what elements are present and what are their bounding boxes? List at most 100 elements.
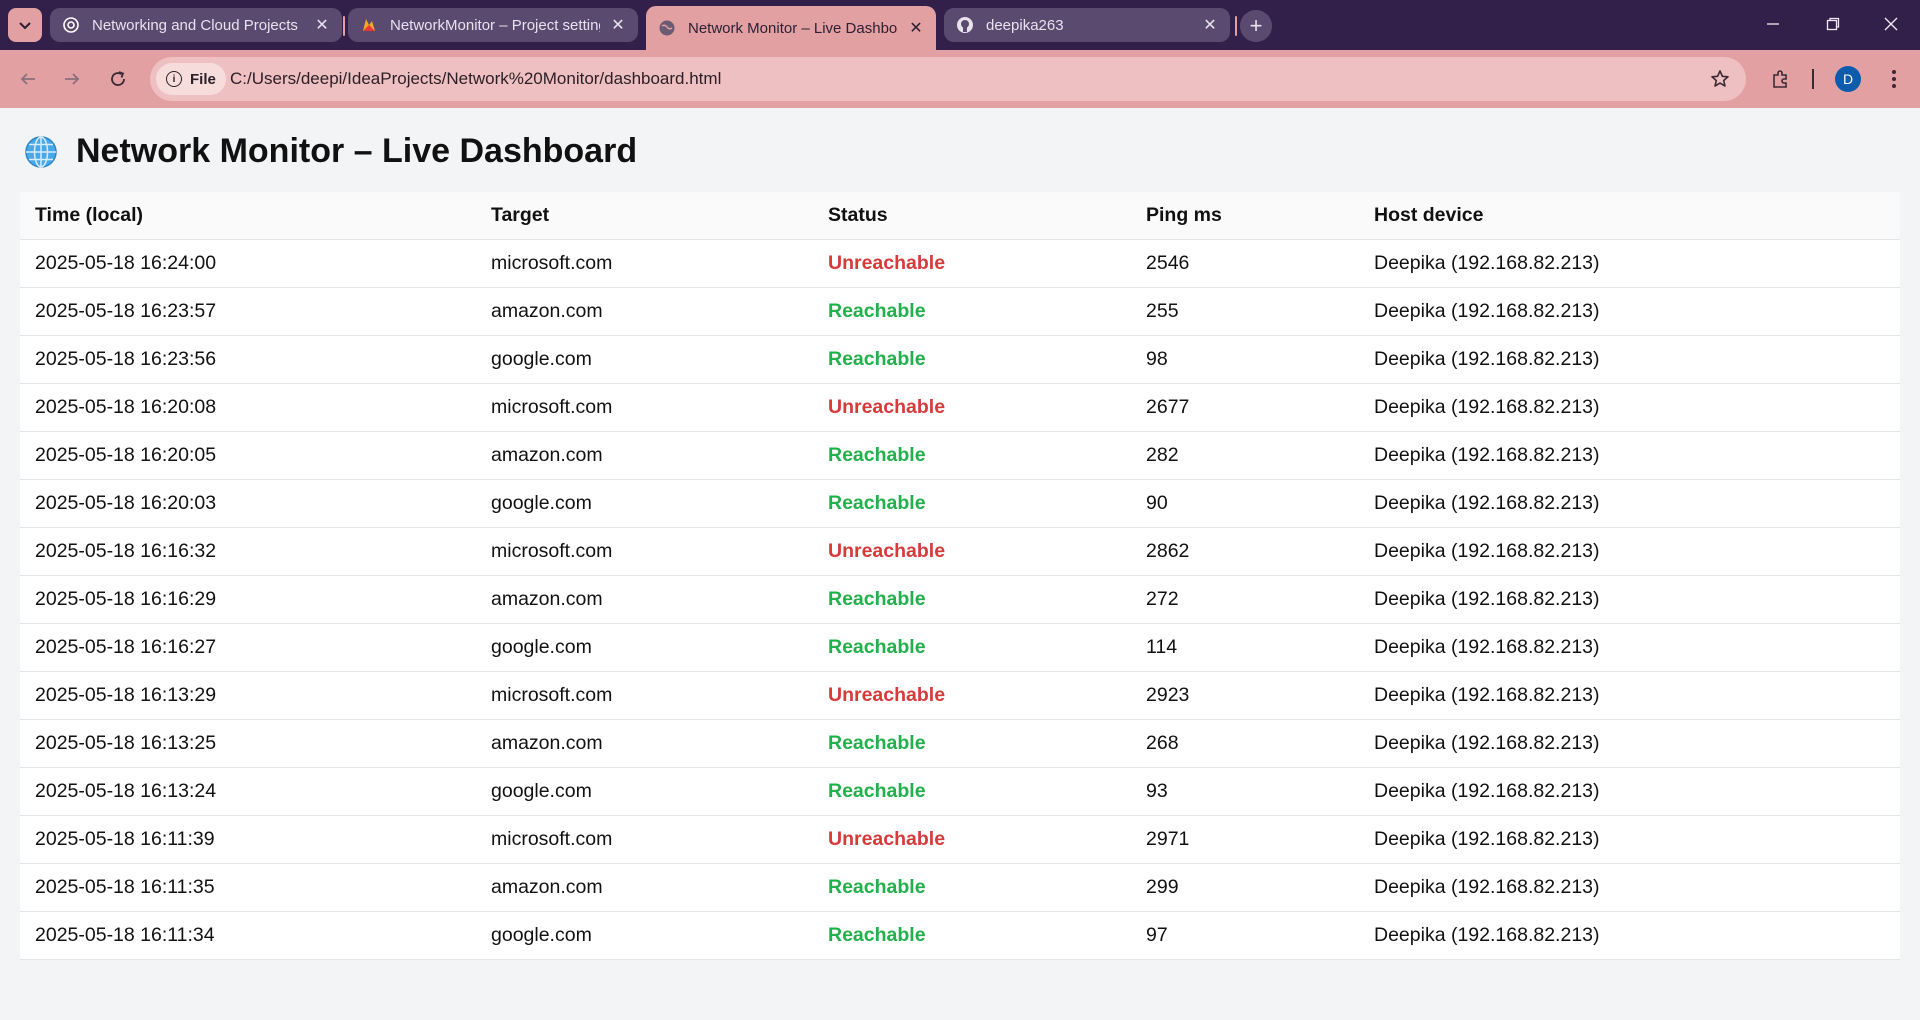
new-tab-button[interactable]: + — [1240, 10, 1272, 42]
column-header-status: Status — [813, 192, 1131, 240]
host-cell: Deepika (192.168.82.213) — [1359, 767, 1900, 816]
target-cell: microsoft.com — [476, 671, 813, 720]
browser-toolbar: i File C:/Users/deepi/IdeaProjects/Netwo… — [0, 50, 1920, 108]
tab-network-monitor-live-dashboard[interactable]: Network Monitor – Live Dashboard ✕ — [646, 6, 936, 50]
ping-log-table: Time (local) Target Status Ping ms Host … — [20, 192, 1900, 960]
target-cell: amazon.com — [476, 863, 813, 912]
table-row: 2025-05-18 16:20:03 google.com Reachable 90… — [20, 479, 1900, 528]
time-cell: 2025-05-18 16:16:32 — [20, 527, 476, 576]
host-cell: Deepika (192.168.82.213) — [1359, 479, 1900, 528]
target-cell: microsoft.com — [476, 383, 813, 432]
table-body: 2025-05-18 16:24:00 microsoft.com Unreacha… — [20, 239, 1900, 960]
table-row: 2025-05-18 16:16:29 amazon.com Reachable 27… — [20, 575, 1900, 624]
browser-menu-button[interactable] — [1876, 61, 1912, 97]
close-window-button[interactable] — [1862, 0, 1920, 48]
restore-button[interactable] — [1804, 0, 1862, 48]
puzzle-icon — [1773, 70, 1787, 88]
time-cell: 2025-05-18 16:20:03 — [20, 479, 476, 528]
table-row: 2025-05-18 16:16:27 google.com Reachable 11… — [20, 623, 1900, 672]
bookmark-star-icon[interactable] — [1708, 67, 1732, 91]
page-content: Network Monitor – Live Dashboard Time (l… — [0, 108, 1920, 1020]
time-cell: 2025-05-18 16:16:27 — [20, 623, 476, 672]
ping-cell: 114 — [1131, 623, 1359, 672]
column-header-ping: Ping ms — [1131, 192, 1359, 240]
status-cell: Unreachable — [813, 239, 1131, 288]
status-cell: Unreachable — [813, 383, 1131, 432]
ping-cell: 98 — [1131, 335, 1359, 384]
site-info-chip[interactable]: i File — [156, 63, 226, 95]
table-row: 2025-05-18 16:11:34 google.com Reachable 97… — [20, 911, 1900, 960]
table-row: 2025-05-18 16:24:00 microsoft.com Unreacha… — [20, 239, 1900, 288]
tab-strip: Networking and Cloud Projects ✕ NetworkM… — [0, 0, 1920, 50]
host-cell: Deepika (192.168.82.213) — [1359, 431, 1900, 480]
ping-cell: 268 — [1131, 719, 1359, 768]
profile-button[interactable]: D — [1830, 61, 1866, 97]
status-cell: Unreachable — [813, 815, 1131, 864]
time-cell: 2025-05-18 16:24:00 — [20, 239, 476, 288]
status-cell: Unreachable — [813, 671, 1131, 720]
table-row: 2025-05-18 16:20:08 microsoft.com Unreacha… — [20, 383, 1900, 432]
tab-search-button[interactable] — [8, 8, 42, 42]
reload-button[interactable] — [100, 61, 136, 97]
time-cell: 2025-05-18 16:11:39 — [20, 815, 476, 864]
tab-title: Networking and Cloud Projects — [92, 16, 298, 34]
forward-button[interactable] — [54, 61, 90, 97]
table-header-row: Time (local) Target Status Ping ms Host … — [20, 192, 1900, 240]
close-icon[interactable]: ✕ — [906, 18, 926, 38]
target-cell: amazon.com — [476, 719, 813, 768]
status-cell: Reachable — [813, 863, 1131, 912]
url-text[interactable]: C:/Users/deepi/IdeaProjects/Network%20Mo… — [230, 57, 721, 101]
page-title: Network Monitor – Live Dashboard — [76, 132, 638, 170]
time-cell: 2025-05-18 16:11:35 — [20, 863, 476, 912]
time-cell: 2025-05-18 16:20:05 — [20, 431, 476, 480]
github-icon — [956, 16, 974, 34]
status-cell: Reachable — [813, 287, 1131, 336]
ping-cell: 299 — [1131, 863, 1359, 912]
table-row: 2025-05-18 16:13:24 google.com Reachable 93… — [20, 767, 1900, 816]
host-cell: Deepika (192.168.82.213) — [1359, 815, 1900, 864]
host-cell: Deepika (192.168.82.213) — [1359, 623, 1900, 672]
close-icon[interactable]: ✕ — [312, 15, 332, 35]
globe-icon — [25, 135, 57, 168]
target-cell: amazon.com — [476, 287, 813, 336]
table-row: 2025-05-18 16:16:32 microsoft.com Unreacha… — [20, 527, 1900, 576]
host-cell: Deepika (192.168.82.213) — [1359, 671, 1900, 720]
time-cell: 2025-05-18 16:16:29 — [20, 575, 476, 624]
target-cell: google.com — [476, 479, 813, 528]
ping-cell: 2971 — [1131, 815, 1359, 864]
close-icon[interactable]: ✕ — [608, 15, 628, 35]
ping-cell: 2546 — [1131, 239, 1359, 288]
reload-icon — [111, 71, 125, 86]
target-cell: microsoft.com — [476, 527, 813, 576]
host-cell: Deepika (192.168.82.213) — [1359, 911, 1900, 960]
target-cell: amazon.com — [476, 431, 813, 480]
avatar: D — [1835, 66, 1861, 92]
extensions-button[interactable] — [1762, 61, 1798, 97]
status-cell: Reachable — [813, 623, 1131, 672]
host-cell: Deepika (192.168.82.213) — [1359, 863, 1900, 912]
address-bar[interactable]: i File C:/Users/deepi/IdeaProjects/Netwo… — [150, 57, 1746, 101]
target-cell: google.com — [476, 767, 813, 816]
table-row: 2025-05-18 16:13:29 microsoft.com Unreacha… — [20, 671, 1900, 720]
table-row: 2025-05-18 16:11:35 amazon.com Reachable 29… — [20, 863, 1900, 912]
time-cell: 2025-05-18 16:20:08 — [20, 383, 476, 432]
tab-title: NetworkMonitor – Project settings — [390, 16, 600, 34]
minimize-button[interactable] — [1744, 0, 1802, 48]
tab-networking-cloud-projects[interactable]: Networking and Cloud Projects ✕ — [50, 8, 342, 42]
host-cell: Deepika (192.168.82.213) — [1359, 719, 1900, 768]
toolbar-divider — [1812, 61, 1814, 97]
ping-cell: 282 — [1131, 431, 1359, 480]
close-icon[interactable]: ✕ — [1200, 15, 1220, 35]
tab-deepika263[interactable]: deepika263 ✕ — [944, 8, 1230, 42]
arrow-right-icon — [65, 73, 80, 85]
time-cell: 2025-05-18 16:23:57 — [20, 287, 476, 336]
status-cell: Reachable — [813, 767, 1131, 816]
target-cell: google.com — [476, 911, 813, 960]
back-button[interactable] — [10, 61, 46, 97]
status-cell: Reachable — [813, 479, 1131, 528]
table-row: 2025-05-18 16:23:57 amazon.com Reachable 25… — [20, 287, 1900, 336]
column-header-host: Host device — [1359, 192, 1900, 240]
tab-networkmonitor-project-settings[interactable]: NetworkMonitor – Project settings ✕ — [348, 8, 638, 42]
time-cell: 2025-05-18 16:13:29 — [20, 671, 476, 720]
host-cell: Deepika (192.168.82.213) — [1359, 287, 1900, 336]
